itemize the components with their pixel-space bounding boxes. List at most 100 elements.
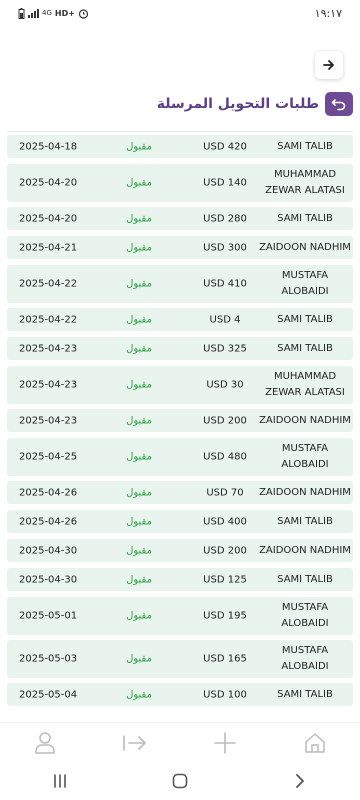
table-row[interactable]: 2025-04-26 مقبول USD 400 SAMI TALIB [7, 510, 353, 533]
home-circle-icon [172, 773, 188, 789]
row-date: 2025-05-01 [19, 610, 78, 622]
table-row[interactable]: 2025-04-18 مقبول USD 420 SAMI TALIB [7, 135, 353, 158]
nav-transfer-button[interactable] [115, 728, 155, 758]
add-icon [214, 731, 236, 754]
row-name: MUSTAFA ALOBAIDI [281, 602, 329, 629]
table-row[interactable]: 2025-04-22 مقبول USD 4 SAMI TALIB [7, 308, 353, 331]
row-date: 2025-04-22 [19, 278, 78, 290]
row-status: مقبول [126, 379, 152, 391]
row-date: 2025-05-04 [19, 689, 78, 700]
table-row[interactable]: 2025-04-23 مقبول USD 325 SAMI TALIB [7, 337, 353, 360]
row-date: 2025-05-03 [19, 653, 78, 665]
table-row[interactable]: 2025-05-04 مقبول USD 100 SAMI TALIB [7, 683, 353, 706]
bottom-nav [0, 722, 360, 762]
row-amount: USD 480 [203, 451, 247, 463]
table-row[interactable]: 2025-04-30 مقبول USD 125 SAMI TALIB [7, 568, 353, 591]
table-row[interactable]: 2025-05-01 مقبول USD 195 MUSTAFA ALOBAID… [7, 597, 353, 635]
recents-button[interactable] [40, 767, 80, 795]
row-amount: USD 125 [203, 574, 247, 585]
table-row[interactable]: 2025-04-21 مقبول USD 300 ZAIDOON NADHIM [7, 236, 353, 259]
row-amount: USD 195 [203, 610, 247, 622]
row-name: SAMI TALIB [277, 313, 333, 325]
status-bar: 4G HD+ ١٩:١٧ [0, 0, 360, 26]
nav-profile-button[interactable] [25, 728, 65, 758]
recents-icon [54, 774, 66, 788]
row-amount: USD 280 [203, 213, 247, 224]
home-icon [305, 732, 325, 753]
row-amount: USD 200 [203, 545, 247, 556]
row-status: مقبول [126, 242, 152, 253]
table-row[interactable]: 2025-04-25 مقبول USD 480 MUSTAFA ALOBAID… [7, 438, 353, 476]
table-row[interactable]: 2025-04-20 مقبول USD 280 SAMI TALIB [7, 207, 353, 230]
table-row[interactable]: 2025-04-30 مقبول USD 200 ZAIDOON NADHIM [7, 539, 353, 562]
row-status: مقبول [126, 516, 152, 527]
row-amount: USD 200 [203, 415, 247, 426]
row-status: مقبول [126, 314, 152, 325]
profile-icon [35, 731, 55, 754]
row-amount: USD 325 [203, 343, 247, 354]
row-name: ZAIDOON NADHIM [259, 544, 351, 556]
row-name: MUHAMMAD ZEWAR ALATASI [265, 371, 345, 398]
row-status: مقبول [126, 343, 152, 354]
row-amount: USD 400 [203, 516, 247, 527]
hd-label: HD+ [54, 8, 75, 18]
nav-home-button[interactable] [295, 728, 335, 758]
transfer-icon [123, 734, 146, 751]
row-name: SAMI TALIB [277, 342, 333, 354]
status-icons: 4G HD+ [18, 7, 89, 19]
row-name: SAMI TALIB [277, 573, 333, 585]
row-status: مقبول [126, 415, 152, 426]
page-title: طلبات التحويل المرسلة [156, 96, 319, 112]
row-name: MUSTAFA ALOBAIDI [281, 270, 329, 297]
transfer-list: 2025-04-18 مقبول USD 420 SAMI TALIB 2025… [7, 131, 353, 706]
row-amount: USD 4 [209, 314, 241, 325]
back-button[interactable] [325, 92, 353, 116]
row-date: 2025-04-25 [19, 451, 78, 463]
row-date: 2025-04-26 [19, 516, 78, 527]
row-date: 2025-04-23 [19, 343, 78, 354]
row-name: MUSTAFA ALOBAIDI [281, 443, 329, 470]
table-row[interactable]: 2025-04-23 مقبول USD 200 ZAIDOON NADHIM [7, 409, 353, 432]
table-row[interactable]: 2025-05-03 مقبول USD 165 MUSTAFA ALOBAID… [7, 640, 353, 678]
signal-icon [28, 8, 39, 18]
back-chevron-icon [296, 774, 304, 788]
table-row[interactable]: 2025-04-23 مقبول USD 30 MUHAMMAD ZEWAR A… [7, 366, 353, 404]
system-back-button[interactable] [280, 767, 320, 795]
row-amount: USD 100 [203, 689, 247, 700]
return-arrow-icon [331, 99, 346, 111]
page-header: طلبات التحويل المرسلة [157, 92, 353, 116]
row-status: مقبول [126, 610, 152, 622]
row-status: مقبول [126, 451, 152, 463]
nav-add-button[interactable] [205, 728, 245, 758]
row-name: ZAIDOON NADHIM [259, 241, 351, 253]
row-name: ZAIDOON NADHIM [259, 486, 351, 498]
row-status: مقبول [126, 177, 152, 189]
row-name: SAMI TALIB [277, 688, 333, 700]
status-time: ١٩:١٧ [314, 6, 342, 20]
forward-button[interactable] [315, 51, 343, 79]
row-status: مقبول [126, 213, 152, 224]
row-status: مقبول [126, 574, 152, 585]
row-date: 2025-04-23 [19, 379, 78, 391]
row-status: مقبول [126, 141, 152, 152]
row-status: مقبول [126, 487, 152, 498]
row-date: 2025-04-22 [19, 314, 78, 325]
table-row[interactable]: 2025-04-20 مقبول USD 140 MUHAMMAD ZEWAR … [7, 164, 353, 202]
row-amount: USD 410 [203, 278, 247, 290]
alarm-icon [78, 8, 89, 19]
row-name: MUSTAFA ALOBAIDI [281, 645, 329, 672]
row-name: SAMI TALIB [277, 515, 333, 527]
row-date: 2025-04-30 [19, 574, 78, 585]
row-date: 2025-04-30 [19, 545, 78, 556]
table-row[interactable]: 2025-04-26 مقبول USD 70 ZAIDOON NADHIM [7, 481, 353, 504]
system-home-button[interactable] [160, 767, 200, 795]
table-row[interactable]: 2025-04-22 مقبول USD 410 MUSTAFA ALOBAID… [7, 265, 353, 303]
network-label: 4G [42, 9, 52, 17]
row-status: مقبول [126, 689, 152, 700]
row-status: مقبول [126, 278, 152, 290]
row-amount: USD 30 [206, 379, 244, 391]
row-status: مقبول [126, 653, 152, 665]
row-date: 2025-04-26 [19, 487, 78, 498]
row-name: MUHAMMAD ZEWAR ALATASI [265, 169, 345, 196]
row-status: مقبول [126, 545, 152, 556]
